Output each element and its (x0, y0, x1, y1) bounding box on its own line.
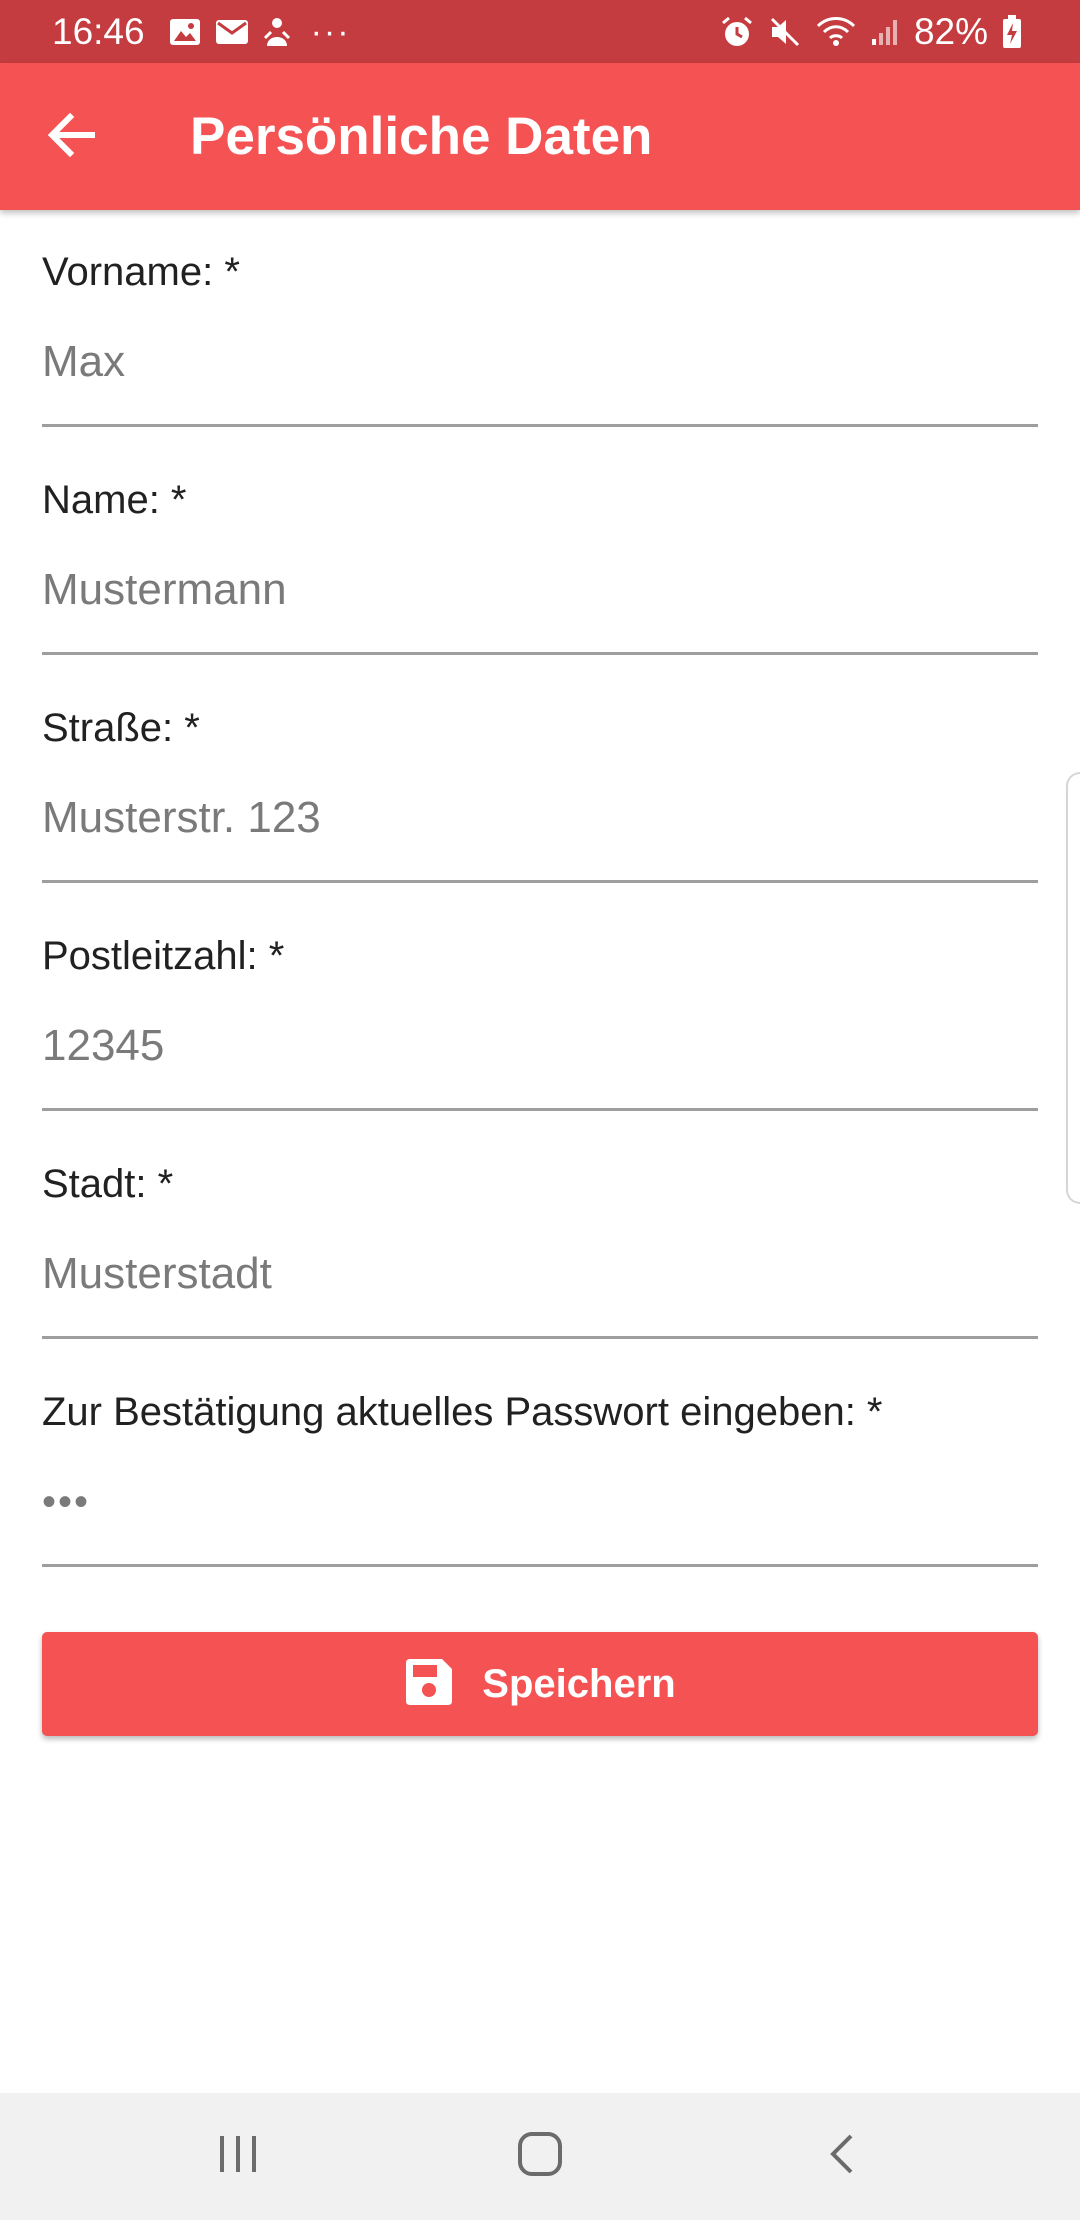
city-underline (42, 1336, 1038, 1339)
field-street: Straße: * (42, 666, 1038, 894)
password-confirm-underline (42, 1564, 1038, 1567)
field-city: Stadt: * (42, 1122, 1038, 1350)
navigation-bar (0, 2093, 1080, 2220)
field-postal-code: Postleitzahl: * (42, 894, 1038, 1122)
street-label: Straße: * (42, 706, 200, 750)
battery-percentage: 82% (913, 10, 988, 52)
password-confirm-input[interactable] (42, 1466, 1038, 1538)
last-name-input[interactable] (42, 554, 1038, 626)
password-confirm-label: Zur Bestätigung aktuelles Passwort einge… (42, 1390, 883, 1434)
postal-code-label: Postleitzahl: * (42, 934, 285, 978)
status-bar-left: 16:46 ··· (52, 11, 351, 53)
battery-charging-icon (1002, 14, 1022, 49)
image-icon (169, 17, 201, 47)
postal-code-input[interactable] (42, 1010, 1038, 1082)
back-icon (827, 2132, 857, 2181)
status-bar: 16:46 ··· 82% (0, 0, 1080, 63)
app-bar: Persönliche Daten (0, 63, 1080, 210)
postal-code-underline (42, 1108, 1038, 1111)
last-name-label: Name: * (42, 478, 187, 522)
recent-apps-button[interactable] (148, 2093, 328, 2220)
alarm-icon (720, 15, 754, 49)
field-last-name: Name: * (42, 438, 1038, 666)
city-label: Stadt: * (42, 1162, 174, 1206)
street-input[interactable] (42, 782, 1038, 854)
page-title: Persönliche Daten (190, 107, 653, 166)
mail-icon (215, 19, 249, 45)
mute-icon (768, 15, 802, 49)
field-first-name: Vorname: * (42, 210, 1038, 438)
arrow-back-icon (47, 112, 96, 162)
save-icon (404, 1657, 454, 1712)
home-button[interactable] (450, 2093, 630, 2220)
first-name-label: Vorname: * (42, 250, 240, 294)
edge-panel-handle[interactable] (1066, 772, 1080, 1204)
recent-apps-icon (216, 2134, 260, 2179)
home-icon (517, 2131, 563, 2182)
first-name-input[interactable] (42, 326, 1038, 398)
status-bar-right: 82% (714, 11, 1030, 53)
status-time: 16:46 (52, 10, 145, 52)
back-button[interactable] (44, 109, 100, 165)
city-input[interactable] (42, 1238, 1038, 1310)
more-notifications-icon: ··· (310, 12, 351, 51)
signal-icon (870, 17, 900, 47)
system-back-button[interactable] (752, 2093, 932, 2220)
first-name-underline (42, 424, 1038, 427)
field-password-confirm: Zur Bestätigung aktuelles Passwort einge… (42, 1350, 1038, 1578)
save-button-label: Speichern (482, 1661, 676, 1706)
notification-icon (263, 16, 291, 48)
last-name-underline (42, 652, 1038, 655)
wifi-icon (816, 16, 856, 48)
street-underline (42, 880, 1038, 883)
save-button[interactable]: Speichern (42, 1632, 1038, 1736)
